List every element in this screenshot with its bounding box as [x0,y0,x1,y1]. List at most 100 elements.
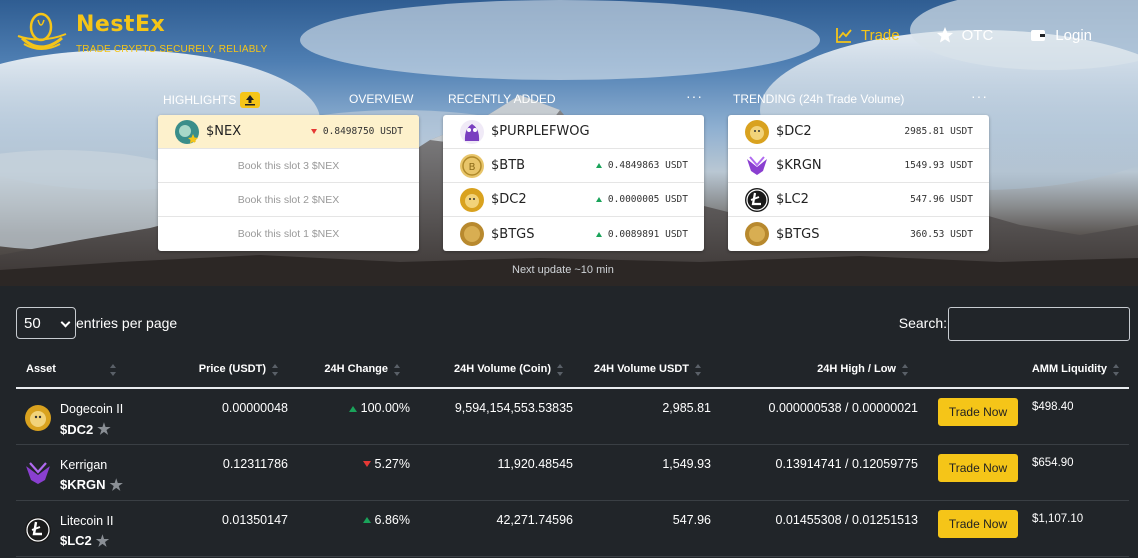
col-high-low[interactable]: 24H High / Low [711,352,918,389]
recent-item[interactable]: $PURPLEFWOG [443,115,704,149]
book-slot-2[interactable]: Book this slot 2 $NEX [158,183,419,217]
trending-item[interactable]: $KRGN 1549.93 USDT [728,149,989,183]
star-icon[interactable]: ★ [97,420,110,438]
sort-icon [695,363,701,376]
star-icon[interactable]: ★ [110,476,123,494]
chart-line-icon [836,28,852,43]
book-slot-3[interactable]: Book this slot 3 $NEX [158,149,419,183]
nex-coin-icon [175,119,199,144]
up-arrow-icon [595,197,602,202]
page-size-select[interactable]: 50 [16,307,76,339]
upload-badge-icon[interactable] [240,92,261,108]
col-volume-usdt-label: 24H Volume USDT [593,363,689,376]
logo[interactable]: NestEx TRADE CRYPTO SECURELY, RELIABLY [16,12,267,56]
litecoin-icon [745,187,769,212]
trending-item[interactable]: $BTGS 360.53 USDT [728,217,989,251]
recent-item[interactable]: B $BTB 0.4849863 USDT [443,149,704,183]
nav-login[interactable]: Login [1029,26,1092,44]
recent-price-value: 0.4849863 USDT [607,160,688,171]
table-row[interactable]: Litecoin II $LC2 ★ 0.01350147 6.86% 42,27… [16,500,1129,557]
volume-usdt-cell: 547.96 [573,500,711,557]
change-value: 6.86% [363,513,410,527]
trending-panel: $DC2 2985.81 USDT $KRGN 1549.93 USDT $LC… [728,115,989,251]
col-high-low-label: 24H High / Low [817,363,896,376]
col-liquidity-label: AMM Liquidity [1031,363,1107,376]
featured-price: 0.8498750 USDT [310,126,403,137]
trending-more-icon[interactable]: ··· [971,88,988,104]
search-input[interactable] [948,307,1130,341]
col-price[interactable]: Price (USDT) [138,352,288,389]
page-size-value: 50 [24,314,41,332]
btgs-coin-icon [460,222,484,246]
nav-otc[interactable]: OTC [936,26,993,44]
chevron-down-icon [60,317,71,328]
nest-logo-icon [17,12,67,50]
volume-usdt-cell: 2,985.81 [573,388,711,445]
featured-coin-row[interactable]: $NEX 0.8498750 USDT [158,115,419,149]
change-cell: 6.86% [288,500,410,557]
down-arrow-icon [310,129,317,134]
sort-icon [109,363,116,376]
star-icon [936,27,953,43]
col-action [918,352,1018,389]
volume-coin-cell: 9,594,154,553.53835 [410,388,573,445]
kerrigan-icon [26,461,50,484]
overview-link[interactable]: OVERVIEW [349,92,413,106]
nav-trade[interactable]: Trade [835,26,900,44]
table-header-row: Asset Price (USDT) 24H Change 24H Volume… [16,352,1129,389]
recent-item[interactable]: $DC2 0.0000005 USDT [443,183,704,217]
col-volume-usdt[interactable]: 24H Volume USDT [573,352,711,389]
table-row[interactable]: Dogecoin II $DC2 ★ 0.00000048 100.00% 9,5… [16,388,1129,445]
up-arrow-icon [595,231,602,237]
sort-icon [1113,363,1119,376]
recent-item[interactable]: $BTGS 0.0089891 USDT [443,217,704,251]
book-slot-1[interactable]: Book this slot 1 $NEX [158,217,419,251]
trending-item[interactable]: $LC2 547.96 USDT [728,183,989,217]
recent-price-value: 0.0000005 USDT [607,194,688,205]
col-asset[interactable]: Asset [16,352,138,389]
highlights-heading: HIGHLIGHTS [163,92,261,108]
brand-tagline: TRADE CRYPTO SECURELY, RELIABLY [76,44,268,55]
star-icon[interactable]: ★ [96,532,109,550]
change-value: 5.27% [363,457,410,471]
liquidity-cell: $498.40 [1018,388,1129,445]
doge-coin-icon [460,187,484,212]
high-low-cell: 0.000000538 / 0.00000021 [711,388,918,445]
trending-ticker: $LC2 [776,192,809,207]
col-liquidity[interactable]: AMM Liquidity [1018,352,1129,389]
trade-now-button[interactable]: Trade Now [938,453,1018,482]
trending-volume: 547.96 USDT [910,194,973,205]
asset-cell: Kerrigan $KRGN ★ [16,444,138,501]
litecoin-icon [25,516,51,543]
col-asset-label: Asset [26,363,56,376]
col-volume-coin[interactable]: 24H Volume (Coin) [410,352,573,389]
trending-ticker: $DC2 [776,124,812,139]
nav-trade-label: Trade [860,26,900,44]
recently-added-panel: $PURPLEFWOG B $BTB 0.4849863 USDT $DC2 0… [443,115,704,251]
trending-item[interactable]: $DC2 2985.81 USDT [728,115,989,149]
price-cell: 0.00000048 [138,388,288,445]
sort-icon [902,363,908,376]
trending-volume: 1549.93 USDT [904,160,973,171]
trending-volume: 360.53 USDT [910,228,973,240]
change-cell: 100.00% [288,388,410,445]
top-nav: Trade OTC Login [835,26,1092,44]
trending-title: TRENDING (24h Trade Volume) [733,92,905,106]
asset-cell: Litecoin II $LC2 ★ [16,500,138,557]
recent-ticker: $PURPLEFWOG [491,124,590,139]
trade-now-button[interactable]: Trade Now [938,509,1018,538]
asset-name: Litecoin II [60,513,114,528]
nav-login-label: Login [1055,26,1092,44]
asset-name: Dogecoin II [60,402,124,416]
highlights-title: HIGHLIGHTS [163,93,237,107]
trade-now-button[interactable]: Trade Now [938,398,1018,426]
table-row[interactable]: Kerrigan $KRGN ★ 0.12311786 5.27% 11,920.… [16,444,1129,501]
col-change[interactable]: 24H Change [288,352,410,389]
trending-volume: 2985.81 USDT [904,126,973,137]
recently-added-more-icon[interactable]: ··· [686,88,703,104]
asset-ticker: $KRGN [60,477,106,492]
recent-price-value: 0.0089891 USDT [607,228,688,240]
sort-icon [272,363,278,376]
sort-icon [394,363,400,376]
liquidity-cell: $654.90 [1018,444,1129,501]
